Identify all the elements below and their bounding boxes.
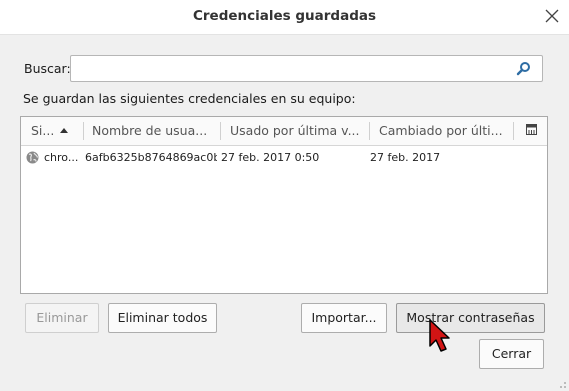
search-input[interactable] bbox=[75, 59, 509, 80]
remove-all-button[interactable]: Eliminar todos bbox=[108, 303, 217, 333]
column-divider[interactable] bbox=[513, 122, 514, 140]
column-divider[interactable] bbox=[220, 122, 221, 140]
show-passwords-button[interactable]: Mostrar contraseñas bbox=[396, 303, 545, 333]
column-header-site[interactable]: Si... bbox=[31, 117, 57, 145]
close-button[interactable]: Cerrar bbox=[479, 339, 544, 369]
remove-button[interactable]: Eliminar bbox=[25, 303, 99, 333]
column-picker-icon[interactable] bbox=[526, 124, 537, 135]
close-icon[interactable] bbox=[544, 8, 560, 24]
column-divider[interactable] bbox=[83, 122, 84, 140]
column-header-username[interactable]: Nombre de usua... bbox=[92, 117, 220, 145]
resize-grip-icon[interactable] bbox=[557, 379, 567, 389]
search-label: Buscar: bbox=[24, 61, 71, 76]
search-field[interactable] bbox=[70, 55, 543, 82]
import-button[interactable]: Importar... bbox=[301, 303, 387, 333]
search-icon[interactable] bbox=[516, 61, 531, 76]
info-text: Se guardan las siguientes credenciales e… bbox=[23, 91, 356, 106]
credentials-table[interactable]: Si... Nombre de usua... Usado por última… bbox=[20, 116, 548, 294]
cell-last-used: 27 feb. 2017 0:50 bbox=[221, 151, 320, 164]
table-header: Si... Nombre de usua... Usado por última… bbox=[21, 117, 547, 146]
cell-last-changed: 27 feb. 2017 bbox=[370, 151, 441, 164]
column-header-last-used[interactable]: Usado por última v... bbox=[230, 117, 365, 145]
dialog-title: Credenciales guardadas bbox=[192, 8, 377, 24]
table-row[interactable]: chro... 6afb6325b8764869ac0b... 27 feb. … bbox=[21, 147, 547, 169]
cell-username: 6afb6325b8764869ac0b... bbox=[85, 151, 217, 164]
cell-site: chro... bbox=[44, 151, 79, 164]
sort-ascending-icon bbox=[60, 128, 68, 133]
mouse-pointer-icon bbox=[429, 319, 450, 352]
column-divider[interactable] bbox=[369, 122, 370, 140]
dialog-titlebar: Credenciales guardadas bbox=[0, 0, 569, 35]
globe-icon bbox=[26, 151, 39, 164]
column-header-last-changed[interactable]: Cambiado por últi... bbox=[379, 117, 509, 145]
